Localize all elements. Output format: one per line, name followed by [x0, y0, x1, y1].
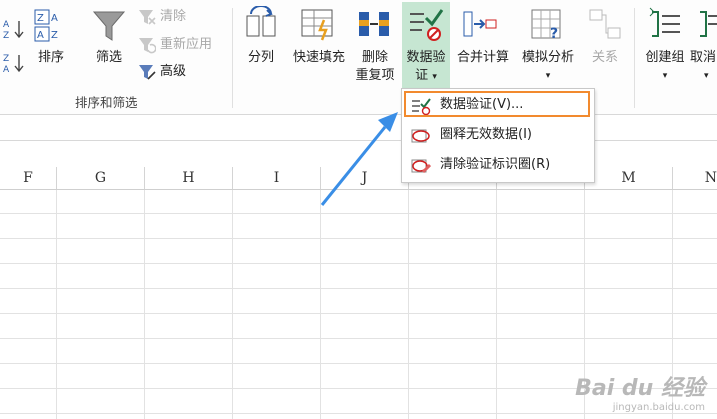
- watermark: Bai du 经验 jingyan.baidu.com: [575, 370, 705, 413]
- watermark-brand: Bai du 经验: [575, 376, 705, 401]
- watermark-url: jingyan.baidu.com: [612, 402, 705, 413]
- annotation-arrow: [320, 112, 398, 206]
